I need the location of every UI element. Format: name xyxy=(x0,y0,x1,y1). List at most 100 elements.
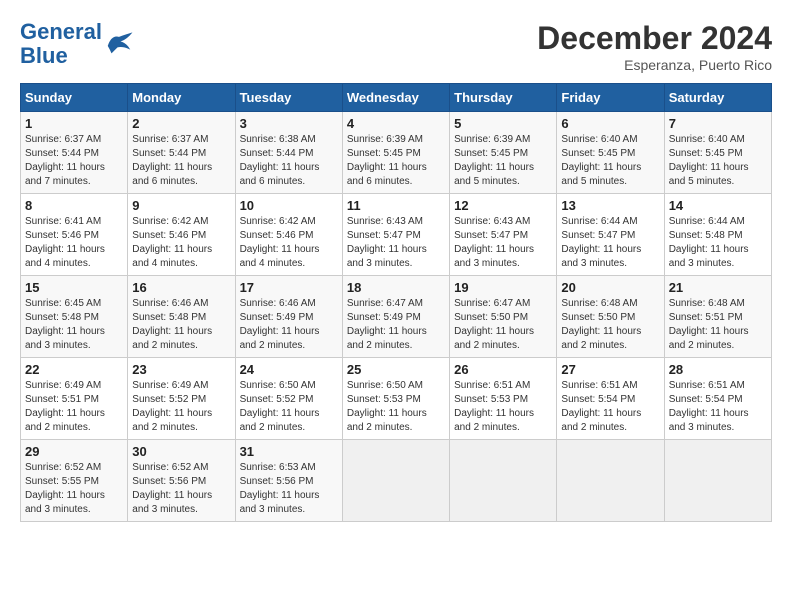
day-info: Sunrise: 6:39 AMSunset: 5:45 PMDaylight:… xyxy=(347,133,445,189)
day-number: 5 xyxy=(454,116,552,131)
day-info: Sunrise: 6:49 AMSunset: 5:51 PMDaylight:… xyxy=(25,379,123,435)
sunrise-text: Sunrise: 6:51 AM xyxy=(561,380,637,391)
day-number: 12 xyxy=(454,198,552,213)
sunrise-text: Sunrise: 6:40 AM xyxy=(561,134,637,145)
daylight-text: Daylight: 11 hours and 4 minutes. xyxy=(25,244,105,269)
calendar-week-row: 22Sunrise: 6:49 AMSunset: 5:51 PMDayligh… xyxy=(21,358,772,440)
calendar-cell: 9 Sunrise: 6:42 AM Sunset: 5:46 PM Daylight… xyxy=(128,194,235,276)
day-number: 4 xyxy=(347,116,445,131)
day-number: 26 xyxy=(454,362,552,377)
sunset-text: Sunset: 5:55 PM xyxy=(25,476,99,487)
day-number: 27 xyxy=(561,362,659,377)
sunset-text: Sunset: 5:47 PM xyxy=(561,230,635,241)
calendar-cell: 10 Sunrise: 6:42 AMSunset: 5:46 PMDayligh… xyxy=(235,194,342,276)
sunrise-text: Sunrise: 6:47 AM xyxy=(454,298,530,309)
sunset-text: Sunset: 5:45 PM xyxy=(347,148,421,159)
sunrise-text: Sunrise: 6:53 AM xyxy=(240,462,316,473)
day-info: Sunrise: 6:42 AM Sunset: 5:46 PM Daylight:… xyxy=(132,215,230,271)
daylight-text: Daylight: 11 hours and 2 minutes. xyxy=(454,408,534,433)
location-subtitle: Esperanza, Puerto Rico xyxy=(537,57,772,73)
sunrise-text: Sunrise: 6:37 AM xyxy=(25,134,101,145)
calendar-cell: 23Sunrise: 6:49 AMSunset: 5:52 PMDayligh… xyxy=(128,358,235,440)
day-number: 25 xyxy=(347,362,445,377)
calendar-table: SundayMondayTuesdayWednesdayThursdayFrid… xyxy=(20,83,772,522)
day-number: 30 xyxy=(132,444,230,459)
calendar-cell xyxy=(342,440,449,522)
calendar-week-row: 1 Sunrise: 6:37 AM Sunset: 5:44 PM Daylight… xyxy=(21,112,772,194)
sunset-text: Sunset: 5:44 PM xyxy=(132,148,206,159)
calendar-cell: 27Sunrise: 6:51 AMSunset: 5:54 PMDayligh… xyxy=(557,358,664,440)
daylight-text: Daylight: 11 hours and 5 minutes. xyxy=(669,162,749,187)
day-info: Sunrise: 6:47 AM Sunset: 5:49 PM Daylight:… xyxy=(347,297,445,353)
sunrise-text: Sunrise: 6:40 AM xyxy=(669,134,745,145)
sunrise-text: Sunrise: 6:45 AM xyxy=(25,298,101,309)
day-info: Sunrise: 6:47 AMSunset: 5:50 PMDaylight:… xyxy=(454,297,552,353)
sunrise-text: Sunrise: 6:37 AM xyxy=(132,134,208,145)
sunrise-text: Sunrise: 6:43 AM xyxy=(347,216,423,227)
calendar-cell: 24Sunrise: 6:50 AMSunset: 5:52 PMDayligh… xyxy=(235,358,342,440)
logo-text: General Blue xyxy=(20,20,102,68)
daylight-text: Daylight: 11 hours and 2 minutes. xyxy=(561,326,641,351)
sunset-text: Sunset: 5:46 PM xyxy=(25,230,99,241)
daylight-text: Daylight: 11 hours and 5 minutes. xyxy=(561,162,641,187)
column-header-wednesday: Wednesday xyxy=(342,84,449,112)
sunrise-text: Sunrise: 6:42 AM xyxy=(240,216,316,227)
logo-bird-icon xyxy=(104,29,134,59)
month-title: December 2024 xyxy=(537,20,772,57)
calendar-cell: 20Sunrise: 6:48 AMSunset: 5:50 PMDayligh… xyxy=(557,276,664,358)
day-info: Sunrise: 6:52 AMSunset: 5:56 PMDaylight:… xyxy=(132,461,230,517)
day-number: 20 xyxy=(561,280,659,295)
sunrise-text: Sunrise: 6:51 AM xyxy=(454,380,530,391)
daylight-text: Daylight: 11 hours and 3 minutes. xyxy=(669,408,749,433)
day-info: Sunrise: 6:53 AMSunset: 5:56 PMDaylight:… xyxy=(240,461,338,517)
sunrise-text: Sunrise: 6:50 AM xyxy=(240,380,316,391)
sunset-text: Sunset: 5:51 PM xyxy=(25,394,99,405)
day-number: 1 xyxy=(25,116,123,131)
day-number: 2 xyxy=(132,116,230,131)
day-info: Sunrise: 6:51 AMSunset: 5:54 PMDaylight:… xyxy=(561,379,659,435)
sunset-text: Sunset: 5:52 PM xyxy=(240,394,314,405)
calendar-cell: 22Sunrise: 6:49 AMSunset: 5:51 PMDayligh… xyxy=(21,358,128,440)
daylight-text: Daylight: 11 hours and 2 minutes. xyxy=(347,408,427,433)
sunset-text: Sunset: 5:44 PM xyxy=(240,148,314,159)
daylight-text: Daylight: 11 hours and 5 minutes. xyxy=(454,162,534,187)
daylight-text: Daylight: 11 hours and 2 minutes. xyxy=(347,326,427,351)
calendar-week-row: 29Sunrise: 6:52 AMSunset: 5:55 PMDayligh… xyxy=(21,440,772,522)
calendar-cell: 17Sunrise: 6:46 AMSunset: 5:49 PMDayligh… xyxy=(235,276,342,358)
sunrise-text: Sunrise: 6:38 AM xyxy=(240,134,316,145)
calendar-cell: 8Sunrise: 6:41 AMSunset: 5:46 PMDaylight… xyxy=(21,194,128,276)
day-info: Sunrise: 6:39 AMSunset: 5:45 PMDaylight:… xyxy=(454,133,552,189)
daylight-text: Daylight: 11 hours and 2 minutes. xyxy=(669,326,749,351)
day-number: 13 xyxy=(561,198,659,213)
daylight-text: Daylight: 11 hours and 2 minutes. xyxy=(454,326,534,351)
day-info: Sunrise: 6:50 AMSunset: 5:53 PMDaylight:… xyxy=(347,379,445,435)
calendar-cell: 15Sunrise: 6:45 AMSunset: 5:48 PMDayligh… xyxy=(21,276,128,358)
sunset-text: Sunset: 5:44 PM xyxy=(25,148,99,159)
daylight-text: Daylight: 11 hours and 6 minutes. xyxy=(347,162,427,187)
sunset-text: Sunset: 5:46 PM xyxy=(132,230,206,241)
day-info: Sunrise: 6:42 AMSunset: 5:46 PMDaylight:… xyxy=(240,215,338,271)
day-number: 24 xyxy=(240,362,338,377)
day-number: 31 xyxy=(240,444,338,459)
title-block: December 2024 Esperanza, Puerto Rico xyxy=(537,20,772,73)
daylight-text: Daylight: 11 hours and 4 minutes. xyxy=(132,244,212,269)
sunset-text: Sunset: 5:49 PM xyxy=(347,312,421,323)
sunrise-text: Sunrise: 6:47 AM xyxy=(347,298,423,309)
daylight-text: Daylight: 11 hours and 4 minutes. xyxy=(240,244,320,269)
day-number: 6 xyxy=(561,116,659,131)
column-header-saturday: Saturday xyxy=(664,84,771,112)
day-number: 10 xyxy=(240,198,338,213)
daylight-text: Daylight: 11 hours and 3 minutes. xyxy=(240,490,320,515)
daylight-text: Daylight: 11 hours and 3 minutes. xyxy=(454,244,534,269)
sunrise-text: Sunrise: 6:42 AM xyxy=(132,216,208,227)
day-number: 18 xyxy=(347,280,445,295)
sunrise-text: Sunrise: 6:49 AM xyxy=(132,380,208,391)
sunset-text: Sunset: 5:54 PM xyxy=(561,394,635,405)
day-number: 9 xyxy=(132,198,230,213)
day-number: 7 xyxy=(669,116,767,131)
daylight-text: Daylight: 11 hours and 7 minutes. xyxy=(25,162,105,187)
sunset-text: Sunset: 5:53 PM xyxy=(454,394,528,405)
day-info: Sunrise: 6:43 AMSunset: 5:47 PMDaylight:… xyxy=(454,215,552,271)
day-number: 11 xyxy=(347,198,445,213)
sunrise-text: Sunrise: 6:46 AM xyxy=(240,298,316,309)
